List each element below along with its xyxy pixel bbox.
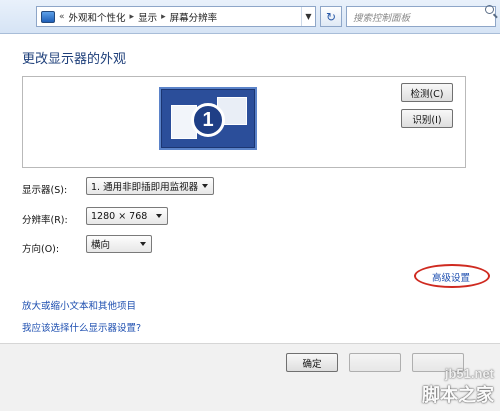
orientation-label: 方向(O):	[22, 244, 60, 255]
display-select[interactable]: 1. 通用非即插即用监视器	[86, 177, 214, 195]
refresh-icon: ↻	[325, 9, 337, 24]
ok-button[interactable]: 确定	[286, 353, 338, 372]
page-title: 更改显示器的外观	[22, 52, 127, 67]
search-input[interactable]: 搜索控制面板	[346, 6, 496, 27]
resolution-select-value: 1280 × 768	[91, 210, 148, 222]
breadcrumb-item-resolution[interactable]: 屏幕分辨率	[170, 10, 218, 24]
watermark-site: 脚本之家	[422, 385, 494, 405]
display-preview-panel: 1 检测(C) 识别(I)	[22, 76, 466, 168]
address-bar: « 外观和个性化 ▸ 显示 ▸ 屏幕分辨率 ▼ ↻ 搜索控制面板	[0, 0, 500, 34]
monitor-number-badge: 1	[191, 103, 225, 137]
chevron-right-icon[interactable]: ▸	[130, 12, 135, 22]
chevron-down-icon	[202, 184, 208, 188]
breadcrumb-item-appearance[interactable]: 外观和个性化	[69, 10, 126, 24]
monitor-icon[interactable]: 1	[159, 87, 257, 150]
control-panel-icon	[41, 10, 55, 23]
breadcrumb-item-display[interactable]: 显示	[138, 10, 157, 24]
resolution-label: 分辨率(R):	[22, 215, 68, 226]
detect-button[interactable]: 检测(C)	[401, 83, 453, 102]
chevron-right-icon[interactable]: ▸	[161, 12, 166, 22]
chevron-down-icon	[140, 242, 146, 246]
watermark-url: jb51.net	[444, 366, 494, 381]
breadcrumb[interactable]: « 外观和个性化 ▸ 显示 ▸ 屏幕分辨率 ▼	[36, 6, 316, 27]
chevron-down-icon[interactable]: ▼	[301, 7, 315, 26]
which-settings-link[interactable]: 我应该选择什么显示器设置?	[22, 320, 141, 334]
chevron-down-icon	[156, 214, 162, 218]
orientation-select-value: 横向	[91, 240, 111, 251]
cancel-button[interactable]	[349, 353, 401, 372]
highlight-oval	[414, 264, 490, 288]
text-size-link[interactable]: 放大或缩小文本和其他项目	[22, 298, 136, 312]
refresh-button[interactable]: ↻	[320, 6, 342, 27]
watermark: jb51.net 脚本之家	[422, 366, 494, 407]
resolution-select[interactable]: 1280 × 768	[86, 207, 168, 225]
identify-button[interactable]: 识别(I)	[401, 109, 453, 128]
display-label: 显示器(S):	[22, 185, 68, 196]
orientation-select[interactable]: 横向	[86, 235, 152, 253]
back-forward-buttons[interactable]	[4, 6, 32, 28]
breadcrumb-overflow-icon[interactable]: «	[59, 12, 65, 22]
display-select-value: 1. 通用非即插即用监视器	[91, 182, 199, 193]
search-icon[interactable]	[485, 5, 494, 14]
